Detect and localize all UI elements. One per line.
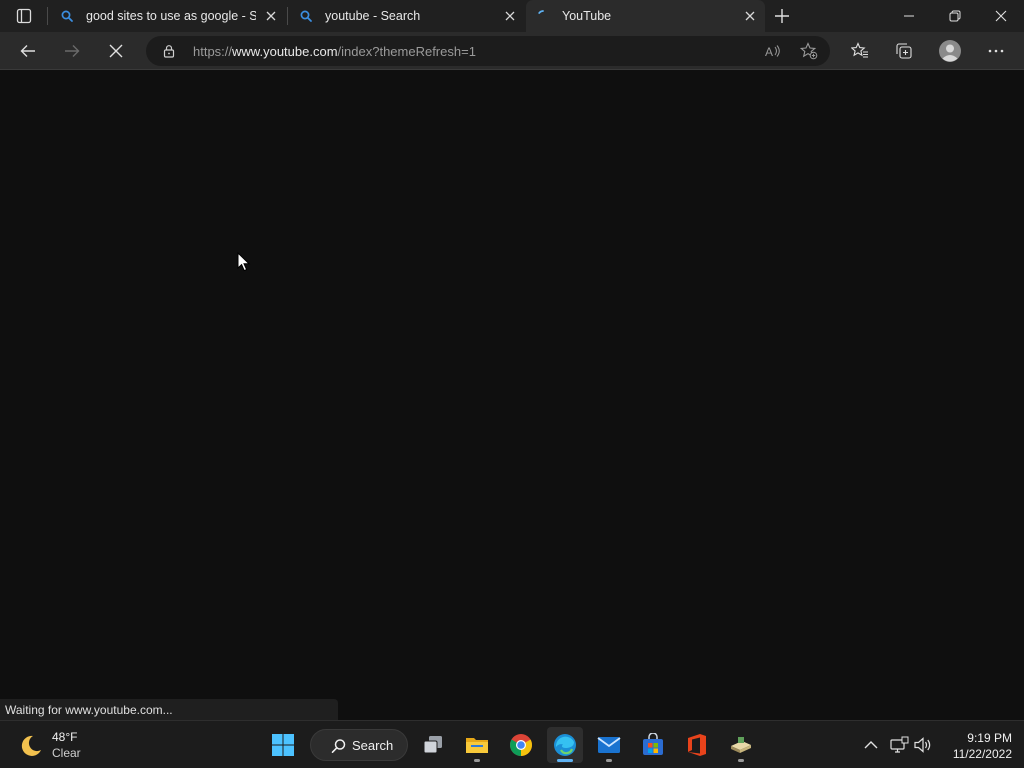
address-bar[interactable]: https://www.youtube.com/index?themeRefre… [146,36,830,66]
running-indicator [474,759,480,762]
mail-button[interactable] [591,727,627,763]
tab-title: YouTube [562,9,612,23]
close-window-button[interactable] [978,0,1024,32]
favorites-button[interactable] [845,37,875,65]
taskbar-clock[interactable]: 9:19 PM 11/22/2022 [936,730,1012,762]
collections-icon [896,43,912,59]
chrome-icon [510,734,532,756]
folder-icon [466,738,488,753]
svg-text:A: A [765,45,773,59]
task-view-button[interactable] [415,727,451,763]
forward-arrow-icon [65,45,80,57]
store-button[interactable] [635,727,671,763]
moon-icon [21,735,41,756]
windows-logo-icon [272,734,294,756]
search-icon [331,739,346,753]
network-icon[interactable] [889,735,909,755]
tab-youtube[interactable]: YouTube [526,0,765,32]
weather-condition: Clear [52,746,81,760]
more-options-icon [988,49,1004,53]
profile-button[interactable] [935,37,965,65]
stop-icon [109,44,123,58]
tab-youtube-search[interactable]: youtube - Search [289,0,525,32]
clock-date: 11/22/2022 [952,747,1012,761]
collections-button[interactable] [889,37,919,65]
browser-toolbar: https://www.youtube.com/index?themeRefre… [0,32,1024,70]
restore-icon [949,10,961,22]
tab-actions-button[interactable] [8,4,40,28]
edge-icon [554,734,576,756]
running-indicator [738,759,744,762]
restore-button[interactable] [932,0,978,32]
store-icon [643,733,663,755]
chrome-button[interactable] [503,727,539,763]
chevron-up-icon[interactable] [861,735,881,755]
url-path: /index?themeRefresh=1 [337,44,476,59]
mail-icon [597,737,621,753]
volume-icon[interactable] [913,735,933,755]
office-icon [688,734,706,756]
back-arrow-icon [20,45,35,57]
url-host: www.youtube.com [232,44,338,59]
search-icon [300,10,312,22]
tab-separator [287,7,288,25]
lock-icon[interactable] [162,44,176,58]
taskbar-search[interactable]: Search [310,729,408,761]
clock-time: 9:19 PM [967,731,1012,745]
settings-menu-button[interactable] [981,37,1011,65]
taskbar-search-label: Search [352,738,394,753]
url-text[interactable]: https://www.youtube.com/index?themeRefre… [193,44,476,59]
task-view-icon [423,736,442,754]
close-icon[interactable] [264,9,278,23]
tab-google-sites[interactable]: good sites to use as google - Se [50,0,286,32]
read-aloud-icon[interactable]: A [764,42,782,60]
favorites-icon [851,42,868,58]
tab-strip: good sites to use as google - Se youtube… [0,0,1024,32]
running-indicator [557,759,573,762]
avatar-icon [939,40,961,62]
new-tab-icon[interactable] [770,4,794,28]
edge-button[interactable] [547,727,583,763]
status-bar: Waiting for www.youtube.com... [0,699,338,720]
misc-app-button[interactable] [723,727,759,763]
weather-widget[interactable]: 48°F Clear [18,729,118,763]
weather-temperature: 48°F [52,730,78,744]
tab-separator [47,7,48,25]
url-protocol: https:// [193,44,233,59]
tab-actions-icon [16,8,32,24]
taskbar: 48°F Clear Search 9:19 PM 11/22/2022 [0,720,1024,768]
running-indicator [606,759,612,762]
minimize-icon [904,15,914,17]
back-button[interactable] [13,37,43,65]
tab-title: good sites to use as google - Se [86,9,256,23]
search-icon [61,10,73,22]
stop-loading-button[interactable] [101,37,131,65]
office-button[interactable] [679,727,715,763]
add-favorite-icon[interactable] [800,42,818,60]
start-button[interactable] [265,727,301,763]
close-icon[interactable] [743,9,757,23]
loading-icon [538,10,544,14]
tab-title: youtube - Search [325,9,421,23]
close-icon[interactable] [503,9,517,23]
close-window-icon [995,10,1007,22]
file-explorer-button[interactable] [459,727,495,763]
minimize-button[interactable] [886,0,932,32]
mouse-cursor-icon [237,252,251,272]
app-icon [731,737,751,753]
forward-button[interactable] [57,37,87,65]
page-content [0,71,1024,720]
